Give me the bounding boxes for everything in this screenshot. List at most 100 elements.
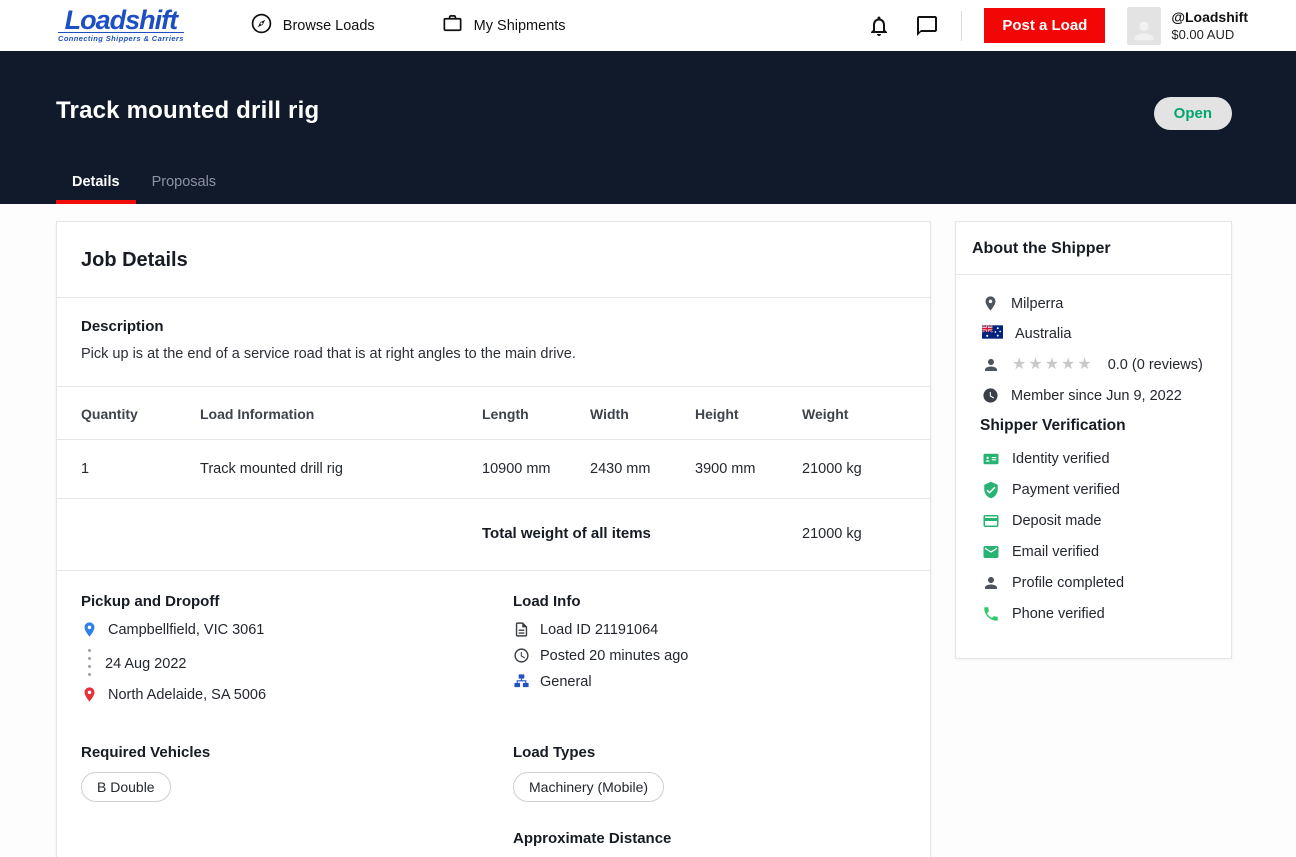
- posted-row: Posted 20 minutes ago: [513, 647, 906, 664]
- posted-time: Posted 20 minutes ago: [540, 648, 688, 664]
- total-weight-value: 21000 kg: [802, 499, 930, 571]
- notifications-bell-icon[interactable]: [867, 14, 891, 38]
- pickup-dropoff-section: Pickup and Dropoff Campbellfield, VIC 30…: [81, 593, 513, 738]
- rating-text: 0.0 (0 reviews): [1108, 357, 1203, 373]
- load-type-chip: Machinery (Mobile): [513, 772, 664, 802]
- verification-label: Email verified: [1012, 544, 1099, 560]
- load-types-section: Load Types Machinery (Mobile) Approximat…: [513, 744, 906, 857]
- nav-my-shipments-label: My Shipments: [474, 18, 566, 34]
- tab-bar: Details Proposals: [56, 174, 232, 204]
- status-badge: Open: [1154, 97, 1232, 130]
- tab-details[interactable]: Details: [56, 174, 136, 204]
- loadshift-logo[interactable]: Loadshift Connecting Shippers & Carriers: [58, 8, 184, 43]
- category-sitemap-icon: [513, 673, 530, 690]
- description-label: Description: [81, 318, 906, 335]
- job-details-title: Job Details: [57, 222, 930, 297]
- col-length: Length: [482, 387, 590, 440]
- table-header-row: Quantity Load Information Length Width H…: [57, 387, 930, 440]
- job-details-card: Job Details Description Pick up is at th…: [56, 221, 931, 857]
- pickup-pin-icon: [81, 621, 98, 638]
- shipper-city-row: Milperra: [982, 295, 1215, 312]
- nav-browse-loads-label: Browse Loads: [283, 18, 375, 34]
- total-weight-row: Total weight of all items 21000 kg: [57, 499, 930, 571]
- member-clock-icon: [982, 387, 999, 404]
- verification-label: Payment verified: [1012, 482, 1120, 498]
- phone-icon: [982, 605, 1000, 623]
- load-id-row: Load ID 21191064: [513, 621, 906, 638]
- avatar-person-icon: [1130, 17, 1158, 45]
- australia-flag-icon: [982, 325, 1003, 343]
- col-height: Height: [695, 387, 802, 440]
- load-category: General: [540, 674, 592, 690]
- distance-title: Approximate Distance: [513, 830, 906, 847]
- required-vehicles-section: Required Vehicles B Double: [81, 744, 513, 857]
- total-weight-label: Total weight of all items: [482, 499, 802, 571]
- pickup-row: Campbellfield, VIC 3061: [81, 621, 513, 638]
- clock-icon: [513, 647, 530, 664]
- profile-person-icon: [982, 574, 1000, 592]
- verification-row-email: Email verified: [982, 543, 1215, 561]
- compass-icon: [250, 12, 273, 39]
- load-id: Load ID 21191064: [540, 622, 658, 638]
- load-info-title: Load Info: [513, 593, 906, 610]
- vehicles-types-grid: Required Vehicles B Double Load Types Ma…: [57, 738, 930, 857]
- pickup-date: 24 Aug 2022: [105, 656, 186, 672]
- post-a-load-button[interactable]: Post a Load: [984, 8, 1105, 43]
- verification-row-payment: Payment verified: [982, 481, 1215, 499]
- logo-tagline: Connecting Shippers & Carriers: [58, 32, 184, 43]
- cell-quantity: 1: [57, 440, 200, 499]
- verification-label: Identity verified: [1012, 451, 1110, 467]
- dropoff-pin-icon: [81, 686, 98, 703]
- load-info-section: Load Info Load ID 21191064 Posted 20 min…: [513, 593, 906, 738]
- nav-my-shipments[interactable]: My Shipments: [441, 12, 566, 39]
- tab-proposals[interactable]: Proposals: [136, 174, 232, 204]
- pickup-location: Campbellfield, VIC 3061: [108, 622, 264, 638]
- messages-chat-icon[interactable]: [915, 14, 939, 38]
- verification-row-deposit: Deposit made: [982, 512, 1215, 530]
- person-icon: [982, 356, 1000, 374]
- top-navbar: Loadshift Connecting Shippers & Carriers…: [0, 0, 1296, 51]
- load-items-table: Quantity Load Information Length Width H…: [57, 387, 930, 571]
- briefcase-icon: [441, 12, 464, 39]
- col-weight: Weight: [802, 387, 930, 440]
- verification-label: Profile completed: [1012, 575, 1124, 591]
- dropoff-location: North Adelaide, SA 5006: [108, 687, 266, 703]
- user-balance: $0.00 AUD: [1171, 27, 1248, 42]
- vehicle-chip: B Double: [81, 772, 171, 802]
- page-header: Track mounted drill rig Open Details Pro…: [0, 51, 1296, 204]
- category-row: General: [513, 673, 906, 690]
- verification-label: Deposit made: [1012, 513, 1101, 529]
- description-section: Description Pick up is at the end of a s…: [57, 298, 930, 386]
- description-text: Pick up is at the end of a service road …: [81, 346, 906, 362]
- star-rating-icons: ★★★★★: [1012, 357, 1094, 373]
- cell-weight: 21000 kg: [802, 440, 930, 499]
- col-quantity: Quantity: [57, 387, 200, 440]
- route-dots-icon: [88, 649, 91, 676]
- page-title: Track mounted drill rig: [56, 51, 1296, 125]
- user-menu[interactable]: @Loadshift $0.00 AUD: [1171, 9, 1248, 42]
- verification-row-phone: Phone verified: [982, 605, 1215, 623]
- logo-wordmark: Loadshift: [65, 8, 178, 32]
- document-icon: [513, 621, 530, 638]
- shipper-city: Milperra: [1011, 296, 1063, 312]
- navbar-divider: [961, 11, 962, 41]
- required-vehicles-title: Required Vehicles: [81, 744, 513, 761]
- distance-section: Approximate Distance 734km: [513, 830, 906, 857]
- verification-label: Phone verified: [1012, 606, 1105, 622]
- nav-browse-loads[interactable]: Browse Loads: [250, 12, 375, 39]
- id-card-icon: [982, 450, 1000, 468]
- table-row: 1 Track mounted drill rig 10900 mm 2430 …: [57, 440, 930, 499]
- user-handle: @Loadshift: [1171, 9, 1248, 25]
- about-shipper-card: About the Shipper Milperra Australia ★★★…: [955, 221, 1232, 659]
- verification-row-identity: Identity verified: [982, 450, 1215, 468]
- dropoff-row: North Adelaide, SA 5006: [81, 686, 513, 703]
- shipper-rating-row: ★★★★★ 0.0 (0 reviews): [982, 356, 1215, 374]
- pickup-dropoff-title: Pickup and Dropoff: [81, 593, 513, 610]
- user-avatar[interactable]: [1127, 7, 1161, 45]
- pickup-date-row: 24 Aug 2022: [81, 647, 513, 680]
- pickup-loadinfo-grid: Pickup and Dropoff Campbellfield, VIC 30…: [57, 571, 930, 738]
- load-types-title: Load Types: [513, 744, 906, 761]
- cell-height: 3900 mm: [695, 440, 802, 499]
- member-since: Member since Jun 9, 2022: [1011, 388, 1182, 404]
- credit-card-icon: [982, 512, 1000, 530]
